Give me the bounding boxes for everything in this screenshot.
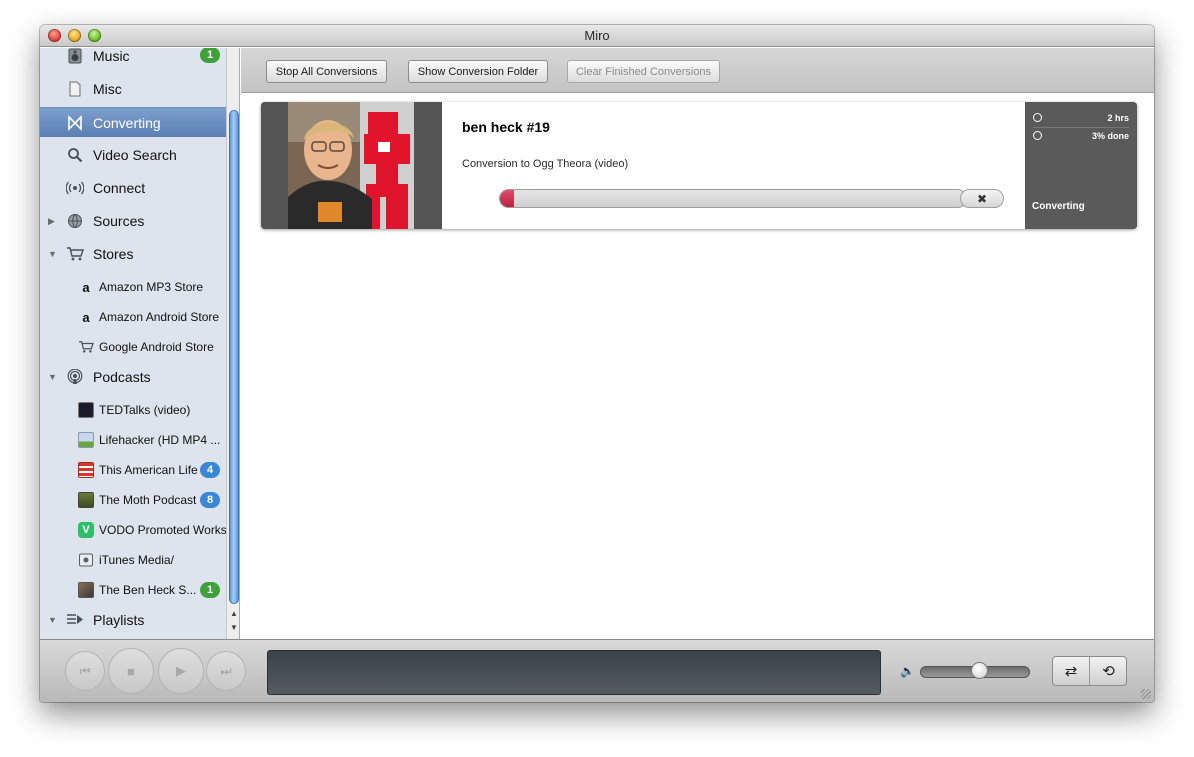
sidebar-item-playlists[interactable]: ▼ Playlists xyxy=(40,605,226,635)
unread-badge: 1 xyxy=(200,582,220,598)
sidebar-item-itunes-media[interactable]: iTunes Media/ xyxy=(40,545,226,575)
window-title: Miro xyxy=(584,28,610,43)
item-status-panel: 2 hrs 3% done Converting xyxy=(1025,102,1137,229)
globe-icon xyxy=(66,212,84,230)
playback-bar: ⏮ ■ ▶ ⏭ 🔈 ⇄ ⟲ xyxy=(40,639,1154,702)
scroll-down-arrow-icon[interactable]: ▼ xyxy=(229,623,239,632)
disclosure-triangle-expanded-icon[interactable]: ▼ xyxy=(48,249,57,259)
stop-all-conversions-button[interactable]: Stop All Conversions xyxy=(266,60,387,83)
play-icon: ▶ xyxy=(176,663,186,678)
podcast-icon xyxy=(66,368,84,386)
cancel-conversion-button[interactable]: ✖ xyxy=(960,189,1004,208)
percent-row: 3% done xyxy=(1033,129,1129,146)
disclosure-triangle-expanded-icon[interactable]: ▼ xyxy=(48,615,57,625)
now-playing-display xyxy=(267,650,881,695)
playback-mode-group: ⇄ ⟲ xyxy=(1052,656,1127,686)
repeat-icon: ⟲ xyxy=(1102,663,1115,680)
sidebar-item-video-search[interactable]: Video Search xyxy=(40,140,226,170)
item-thumbnail-frame xyxy=(261,102,442,229)
previous-track-button[interactable]: ⏮ xyxy=(65,651,105,691)
magnifier-icon xyxy=(66,146,84,164)
unread-badge: 8 xyxy=(200,492,220,508)
clock-icon xyxy=(1033,131,1042,140)
repeat-button[interactable]: ⟲ xyxy=(1090,657,1127,685)
disclosure-triangle-expanded-icon[interactable]: ▼ xyxy=(48,372,57,382)
sidebar-item-stores[interactable]: ▼ Stores xyxy=(40,239,226,269)
volume-icon: 🔈 xyxy=(900,664,915,678)
tedtalks-thumbnail-icon xyxy=(78,402,94,418)
sidebar-item-google-android-store[interactable]: Google Android Store xyxy=(40,332,226,362)
app-window: Miro Music 1 Misc Converting Video Searc… xyxy=(40,25,1154,702)
amazon-icon: a xyxy=(82,309,90,325)
main-content: Stop All Conversions Show Conversion Fol… xyxy=(241,48,1154,639)
lifehacker-thumbnail-icon xyxy=(78,432,94,448)
stop-button[interactable]: ■ xyxy=(108,648,154,694)
item-title: ben heck #19 xyxy=(462,119,550,135)
volume-slider-knob[interactable] xyxy=(971,662,989,679)
ben-heck-thumbnail-icon xyxy=(78,582,94,598)
item-details: ben heck #19 Conversion to Ogg Theora (v… xyxy=(442,102,1025,229)
sidebar-item-converting[interactable]: Converting xyxy=(40,107,226,137)
converting-icon xyxy=(66,114,84,132)
amazon-icon: a xyxy=(82,279,90,295)
playlist-icon xyxy=(66,611,84,629)
sidebar-item-sources[interactable]: ▶ Sources xyxy=(40,206,226,236)
scroll-up-arrow-icon[interactable]: ▲ xyxy=(229,609,239,618)
sidebar-item-amazon-mp3-store[interactable]: a Amazon MP3 Store xyxy=(40,272,226,302)
clear-finished-conversions-button[interactable]: Clear Finished Conversions xyxy=(567,60,720,83)
vodo-thumbnail-icon: V xyxy=(78,522,94,538)
moth-thumbnail-icon xyxy=(78,492,94,508)
shuffle-button[interactable]: ⇄ xyxy=(1053,657,1090,685)
wireless-icon xyxy=(66,179,84,197)
play-button[interactable]: ▶ xyxy=(158,648,204,694)
conversion-target: Conversion to Ogg Theora (video) xyxy=(462,158,629,170)
resize-grip-icon[interactable] xyxy=(1141,689,1151,699)
conversion-status: Converting xyxy=(1032,201,1085,212)
unread-badge: 4 xyxy=(200,462,220,478)
percent-done-value: 3% done xyxy=(1091,131,1129,141)
folder-icon xyxy=(78,552,94,568)
skip-back-icon: ⏮ xyxy=(79,663,91,678)
sidebar-item-podcasts[interactable]: ▼ Podcasts xyxy=(40,362,226,392)
progress-fill xyxy=(500,190,514,207)
sidebar-item-tedtalks[interactable]: TEDTalks (video) xyxy=(40,395,226,425)
sidebar: Music 1 Misc Converting Video Search Con… xyxy=(40,48,240,639)
conversions-toolbar: Stop All Conversions Show Conversion Fol… xyxy=(241,48,1154,93)
sidebar-item-misc[interactable]: Misc xyxy=(40,74,226,104)
eta-value: 2 hrs xyxy=(1107,113,1129,123)
conversion-progress-bar xyxy=(499,189,967,208)
unread-badge: 1 xyxy=(200,48,220,63)
title-bar: Miro xyxy=(40,25,1154,47)
speaker-icon xyxy=(66,48,84,65)
this-american-life-thumbnail-icon xyxy=(78,462,94,478)
sidebar-item-vodo[interactable]: V VODO Promoted Works xyxy=(40,515,226,545)
sidebar-scrollbar[interactable]: ▲ ▼ xyxy=(226,48,240,639)
conversion-item: ben heck #19 Conversion to Ogg Theora (v… xyxy=(261,102,1137,229)
close-icon: ✖ xyxy=(976,191,988,206)
sidebar-item-moth-podcast[interactable]: The Moth Podcast 8 xyxy=(40,485,226,515)
document-icon xyxy=(66,80,84,98)
sidebar-item-connect[interactable]: Connect xyxy=(40,173,226,203)
shuffle-icon: ⇄ xyxy=(1064,663,1078,680)
next-track-button[interactable]: ⏭ xyxy=(206,651,246,691)
clock-icon xyxy=(1033,113,1042,122)
sidebar-item-lifehacker[interactable]: Lifehacker (HD MP4 ... xyxy=(40,425,226,455)
disclosure-triangle-collapsed-icon[interactable]: ▶ xyxy=(48,216,55,227)
cart-icon xyxy=(78,339,94,355)
item-thumbnail xyxy=(288,102,414,229)
stop-icon: ■ xyxy=(127,663,135,679)
cart-icon xyxy=(66,245,84,263)
show-conversion-folder-button[interactable]: Show Conversion Folder xyxy=(408,60,548,83)
sidebar-item-ben-heck-show[interactable]: The Ben Heck S... 1 xyxy=(40,575,226,605)
skip-forward-icon: ⏭ xyxy=(220,663,232,678)
sidebar-item-this-american-life[interactable]: This American Life 4 xyxy=(40,455,226,485)
eta-row: 2 hrs xyxy=(1033,111,1129,128)
sidebar-item-music[interactable]: Music 1 xyxy=(40,48,226,71)
sidebar-item-amazon-android-store[interactable]: a Amazon Android Store xyxy=(40,302,226,332)
scrollbar-thumb[interactable] xyxy=(229,110,239,604)
